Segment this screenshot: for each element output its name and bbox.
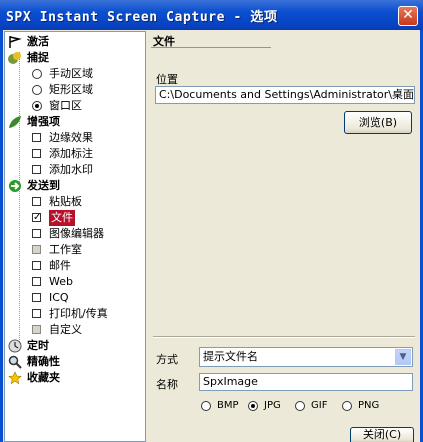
mode-select[interactable]: 提示文件名 ▼	[199, 347, 413, 367]
tree-label: 发送到	[27, 179, 60, 192]
radio-manual-region[interactable]	[32, 69, 42, 79]
tree-item-manual-region[interactable]: 手动区域	[5, 66, 145, 82]
tree-label: Web	[49, 275, 73, 288]
radio-png[interactable]	[342, 401, 352, 411]
tree-item-window-region[interactable]: 窗口区	[5, 98, 145, 114]
tree-label: 工作室	[49, 243, 82, 256]
tree-label: 窗口区	[49, 99, 82, 112]
tree-item-edge-effect[interactable]: 边缘效果	[5, 130, 145, 146]
mode-value: 提示文件名	[203, 350, 258, 363]
checkbox-mail[interactable]	[32, 261, 41, 270]
checkbox-edge-effect[interactable]	[32, 133, 41, 142]
format-label: GIF	[311, 400, 328, 411]
mode-label: 方式	[156, 353, 178, 366]
header-divider	[151, 47, 271, 48]
checkbox-add-watermark[interactable]	[32, 165, 41, 174]
activate-icon	[9, 36, 22, 48]
magnifier-icon	[8, 355, 22, 369]
tree-label: 收藏夹	[27, 371, 60, 384]
checkbox-file[interactable]: ✓	[32, 213, 41, 223]
tree-item-web[interactable]: Web	[5, 274, 145, 290]
close-window-button[interactable]: ✕	[398, 6, 418, 26]
tree-label: 自定义	[49, 323, 82, 336]
checkbox-add-annotation[interactable]	[32, 149, 41, 158]
tree-label: 打印机/传真	[49, 307, 108, 320]
tree-label: 激活	[27, 35, 49, 48]
tree-item-rect-region[interactable]: 矩形区域	[5, 82, 145, 98]
tree-label-selected: 文件	[49, 210, 75, 226]
checkbox-printer-fax[interactable]	[32, 309, 41, 318]
location-label: 位置	[156, 73, 178, 86]
timer-icon	[8, 339, 22, 353]
tree-label: ICQ	[49, 291, 69, 304]
radio-window-region[interactable]	[32, 101, 42, 111]
checkbox-web[interactable]	[32, 277, 41, 286]
arrow-right-icon	[9, 180, 21, 192]
tree-label: 邮件	[49, 259, 71, 272]
name-input[interactable]: SpxImage	[199, 373, 413, 391]
radio-jpg[interactable]	[248, 401, 258, 411]
tree-label: 增强项	[27, 115, 60, 128]
checkbox-icq[interactable]	[32, 293, 41, 302]
tree-item-custom[interactable]: 自定义	[5, 322, 145, 338]
window-title: SPX Instant Screen Capture - 选项	[6, 10, 278, 25]
tree-item-mail[interactable]: 邮件	[5, 258, 145, 274]
tree-item-enhance[interactable]: 增强项	[5, 114, 145, 130]
tree-item-icq[interactable]: ICQ	[5, 290, 145, 306]
leaf-icon	[9, 116, 21, 128]
tree-item-file[interactable]: ✓ 文件	[5, 210, 145, 226]
tree-label: 图像编辑器	[49, 227, 104, 240]
radio-bmp[interactable]	[201, 401, 211, 411]
file-settings-panel: 文件 位置 C:\Documents and Settings\Administ…	[149, 31, 420, 442]
tree-item-image-editor[interactable]: 图像编辑器	[5, 226, 145, 242]
format-label: JPG	[264, 400, 281, 411]
tree-item-studio[interactable]: 工作室	[5, 242, 145, 258]
checkbox-clipboard[interactable]	[32, 197, 41, 206]
tree-label: 手动区域	[49, 67, 93, 80]
tree-item-add-watermark[interactable]: 添加水印	[5, 162, 145, 178]
format-label: PNG	[358, 400, 380, 411]
name-label: 名称	[156, 378, 178, 391]
tree-item-printer-fax[interactable]: 打印机/传真	[5, 306, 145, 322]
format-label: BMP	[217, 400, 239, 411]
tree-item-send-to[interactable]: 发送到	[5, 178, 145, 194]
options-tree[interactable]: 激活 捕捉 手动区域 矩形区域 窗口区 增强项 边缘效果 添加标注 添加水印 发…	[4, 31, 146, 442]
star-icon	[8, 371, 22, 385]
tree-item-capture[interactable]: 捕捉	[5, 50, 145, 66]
tree-item-timer[interactable]: 定时	[5, 338, 145, 354]
chevron-down-icon[interactable]: ▼	[395, 349, 411, 365]
close-button[interactable]: 关闭(C)	[350, 427, 414, 442]
capture-icon	[8, 52, 21, 64]
checkbox-image-editor[interactable]	[32, 229, 41, 238]
titlebar: SPX Instant Screen Capture - 选项 ✕	[0, 0, 423, 30]
tree-label: 捕捉	[27, 51, 49, 64]
tree-label: 添加水印	[49, 163, 93, 176]
tree-item-favorites[interactable]: 收藏夹	[5, 370, 145, 386]
tree-label: 边缘效果	[49, 131, 93, 144]
tree-item-add-annotation[interactable]: 添加标注	[5, 146, 145, 162]
tree-label: 定时	[27, 339, 49, 352]
location-input[interactable]: C:\Documents and Settings\Administrator\…	[155, 86, 415, 104]
tree-item-clipboard[interactable]: 粘贴板	[5, 194, 145, 210]
checkbox-studio[interactable]	[32, 245, 41, 254]
tree-label: 粘贴板	[49, 195, 82, 208]
tree-item-precision[interactable]: 精确性	[5, 354, 145, 370]
tree-label: 精确性	[27, 355, 60, 368]
tree-label: 添加标注	[49, 147, 93, 160]
radio-rect-region[interactable]	[32, 85, 42, 95]
checkbox-custom[interactable]	[32, 325, 41, 334]
radio-gif[interactable]	[295, 401, 305, 411]
separator	[153, 336, 415, 338]
tree-item-activate[interactable]: 激活	[5, 34, 145, 50]
browse-button[interactable]: 浏览(B)	[344, 111, 412, 134]
tree-label: 矩形区域	[49, 83, 93, 96]
